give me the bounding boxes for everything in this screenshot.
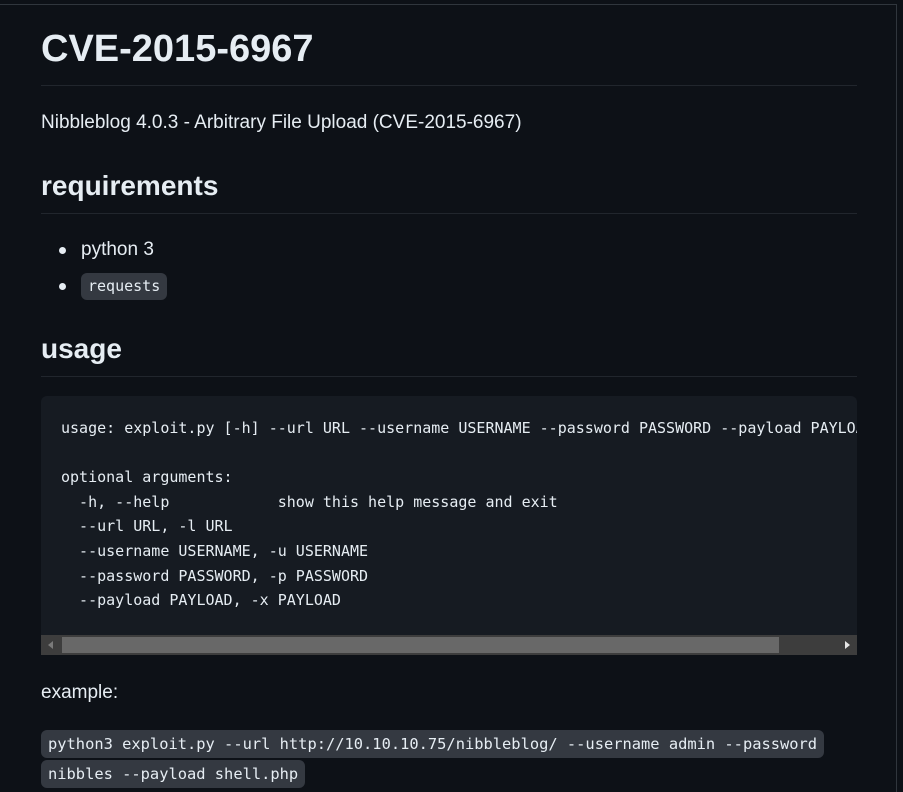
example-code: python3 exploit.py --url http://10.10.10… <box>41 730 825 788</box>
page-title: CVE-2015-6967 <box>41 28 314 70</box>
requirements-list: python 3 requests <box>41 236 441 308</box>
list-item: python 3 <box>41 236 441 272</box>
scroll-left-arrow-icon[interactable] <box>41 635 61 655</box>
requirement-requests: requests <box>81 273 168 300</box>
title-divider <box>41 85 857 86</box>
usage-heading: usage <box>41 333 122 364</box>
usage-divider <box>41 376 857 377</box>
usage-code: usage: exploit.py [-h] --url URL --usern… <box>61 419 857 610</box>
scroll-right-arrow-icon[interactable] <box>837 635 857 655</box>
bullet-icon <box>59 247 66 254</box>
requirement-python: python 3 <box>81 239 154 260</box>
usage-code-block[interactable]: usage: exploit.py [-h] --url URL --usern… <box>41 396 857 655</box>
example-code-block: python3 exploit.py --url http://10.10.10… <box>41 729 841 789</box>
example-label: example: <box>41 682 119 703</box>
horizontal-scrollbar[interactable] <box>41 635 857 655</box>
bullet-icon <box>59 283 66 290</box>
description-text: Nibbleblog 4.0.3 - Arbitrary File Upload… <box>41 112 522 133</box>
scrollbar-thumb[interactable] <box>62 637 779 653</box>
requirements-heading: requirements <box>41 170 219 201</box>
requirements-divider <box>41 213 857 214</box>
list-item: requests <box>41 272 441 308</box>
